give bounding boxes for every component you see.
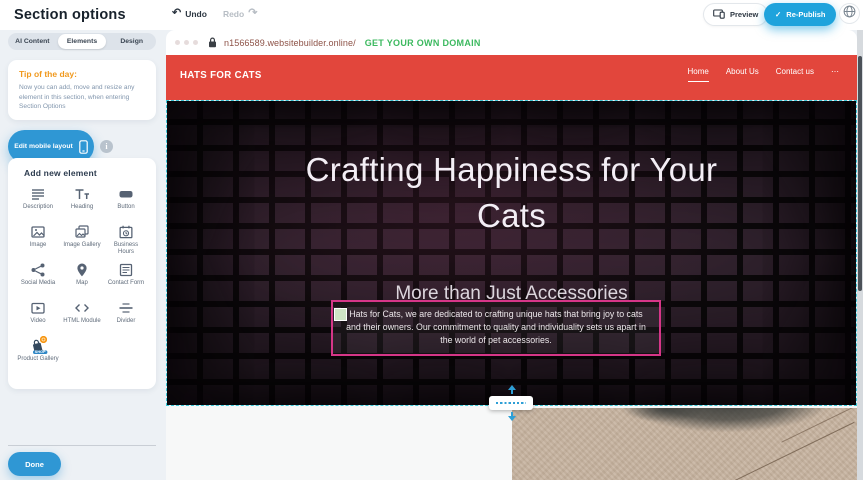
element-social-media[interactable]: Social Media	[16, 262, 60, 294]
hero-text-element-selected[interactable]: Hats for Cats, we are dedicated to craft…	[331, 300, 661, 356]
add-element-title: Add new element	[24, 168, 148, 178]
republish-button[interactable]: ✓ Re-Publish	[764, 3, 836, 26]
top-bar: Section options ↶ Undo Redo ↷ Preview ✓ …	[0, 0, 863, 30]
element-video[interactable]: Video	[16, 300, 60, 332]
map-pin-icon	[74, 262, 90, 278]
devices-icon	[713, 9, 725, 21]
undo-button[interactable]: ↶ Undo	[172, 8, 207, 19]
site-logo[interactable]: HATS FOR CATS	[180, 69, 262, 81]
browser-dot	[175, 40, 180, 45]
redo-label: Redo	[223, 9, 244, 19]
new-badge	[40, 336, 47, 343]
tip-title: Tip of the day:	[19, 69, 145, 79]
image-icon	[30, 224, 46, 240]
preview-button[interactable]: Preview	[704, 4, 767, 25]
panel-divider	[8, 445, 156, 446]
browser-dot	[184, 40, 189, 45]
undo-redo-group: ↶ Undo Redo ↷	[172, 8, 257, 19]
undo-icon: ↶	[172, 8, 181, 19]
hero-body-text: Hats for Cats, we are dedicated to craft…	[346, 309, 646, 345]
get-domain-link[interactable]: GET YOUR OWN DOMAIN	[365, 38, 481, 48]
element-grid: Description Heading Button Image Image G…	[16, 186, 148, 370]
tab-elements[interactable]: Elements	[58, 34, 107, 49]
republish-label: Re-Publish	[786, 10, 825, 19]
element-map[interactable]: Map	[60, 262, 104, 294]
element-business-hours[interactable]: Business Hours	[104, 224, 148, 256]
nav-home[interactable]: Home	[688, 67, 709, 82]
browser-dots	[175, 40, 198, 45]
resize-arrow-down[interactable]	[507, 412, 516, 421]
section-resize-handle[interactable]	[489, 396, 533, 410]
tab-design[interactable]: Design	[107, 34, 156, 49]
button-icon	[118, 186, 134, 202]
nav-about-us[interactable]: About Us	[726, 67, 759, 81]
site-header[interactable]: HATS FOR CATS Home About Us Contact us ⋯	[166, 55, 857, 100]
site-url[interactable]: n1566589.websitebuilder.online/	[224, 38, 356, 48]
add-element-card: Add new element Description Heading Butt…	[8, 158, 156, 389]
tip-of-the-day-card: Tip of the day: Now you can add, move an…	[8, 60, 156, 120]
preview-label: Preview	[730, 10, 758, 19]
panel-tab-bar: AI Content Elements Design	[8, 33, 156, 50]
element-button[interactable]: Button	[104, 186, 148, 218]
element-product-gallery[interactable]: SHOP Product Gallery	[16, 338, 60, 370]
element-description[interactable]: Description	[16, 186, 60, 218]
nav-more-icon[interactable]: ⋯	[831, 67, 839, 81]
hero-heading[interactable]: Crafting Happiness for Your Cats	[297, 147, 727, 239]
element-drag-handle[interactable]	[334, 308, 347, 321]
browser-bar: n1566589.websitebuilder.online/ GET YOUR…	[166, 30, 857, 55]
element-image[interactable]: Image	[16, 224, 60, 256]
edit-mobile-layout-label: Edit mobile layout	[14, 143, 73, 150]
description-icon	[30, 186, 46, 202]
element-heading[interactable]: Heading	[60, 186, 104, 218]
social-media-icon	[30, 262, 46, 278]
page-title: Section options	[14, 7, 126, 23]
info-icon[interactable]: i	[100, 140, 113, 153]
redo-button[interactable]: Redo ↷	[223, 8, 257, 19]
video-icon	[30, 300, 46, 316]
scrollbar-thumb[interactable]	[858, 56, 862, 291]
preview-scrollbar[interactable]	[857, 30, 863, 480]
element-html-module[interactable]: HTML Module	[60, 300, 104, 332]
globe-icon	[843, 5, 856, 23]
browser-dot	[193, 40, 198, 45]
section-options-panel: AI Content Elements Design Tip of the da…	[0, 30, 166, 480]
contact-form-icon	[118, 262, 134, 278]
done-button[interactable]: Done	[8, 452, 61, 476]
carpet-seam-line	[701, 422, 854, 480]
element-divider[interactable]: Divider	[104, 300, 148, 332]
language-globe-button[interactable]	[840, 4, 859, 23]
divider-icon	[118, 300, 134, 316]
tab-ai-content[interactable]: AI Content	[8, 34, 57, 49]
html-module-icon	[74, 300, 90, 316]
heading-icon	[74, 186, 90, 202]
element-image-gallery[interactable]: Image Gallery	[60, 224, 104, 256]
business-hours-icon	[118, 224, 134, 240]
redo-icon: ↷	[248, 8, 257, 19]
undo-label: Undo	[185, 9, 207, 19]
resize-arrow-up[interactable]	[507, 385, 516, 394]
tip-body: Now you can add, move and resize any ele…	[19, 83, 145, 112]
image-gallery-icon	[74, 224, 90, 240]
phone-icon	[79, 140, 88, 154]
hero-section-selected[interactable]: Crafting Happiness for Your Cats More th…	[166, 100, 857, 406]
nav-contact-us[interactable]: Contact us	[776, 67, 814, 81]
resize-handle-dots	[496, 402, 526, 405]
lock-icon	[208, 37, 217, 48]
element-contact-form[interactable]: Contact Form	[104, 262, 148, 294]
product-gallery-icon: SHOP	[29, 338, 47, 354]
site-nav: Home About Us Contact us ⋯	[688, 67, 840, 82]
check-icon: ✓	[775, 10, 781, 19]
carpet-photo	[512, 408, 857, 480]
shop-badge: SHOP	[33, 350, 48, 354]
